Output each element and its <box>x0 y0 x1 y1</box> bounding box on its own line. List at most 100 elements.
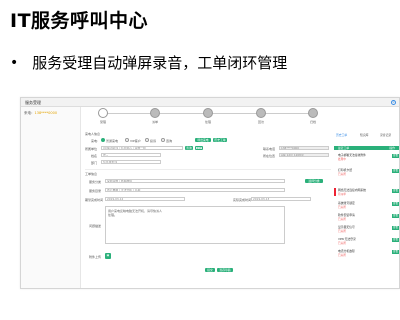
name-field[interactable]: 张三 <box>101 153 161 157</box>
org-field[interactable]: XX集团总部 / 信息中心 / 运维一组 <box>101 146 183 150</box>
list-item[interactable]: 系统账号锁定 已关闭 查看 <box>334 201 399 213</box>
step-1[interactable]: 受理 <box>93 108 113 124</box>
step-circle <box>150 108 160 118</box>
window-title: 服务受理 <box>25 100 41 105</box>
ticket-status: 处理中 <box>338 158 346 161</box>
radio-label: 咨询 <box>166 139 173 143</box>
tab-recordings[interactable]: 录音记录 <box>380 133 391 137</box>
history-ticket-button[interactable]: 历史工单 <box>213 138 227 142</box>
tab-knowledge[interactable]: 知识库 <box>360 133 368 137</box>
field-label: 姓名 <box>91 154 98 158</box>
view-button[interactable]: 查看 <box>392 226 399 230</box>
call-type-label: 来电: <box>91 139 99 143</box>
add-button[interactable]: 新增 <box>195 146 203 150</box>
field-label: 部门 <box>91 161 98 165</box>
field-label: 联系电话 <box>263 147 276 151</box>
app-screenshot: 服务受理 × 来电：138****0000 受理 派单 处理 回访 归档 来电人… <box>20 97 400 289</box>
recent-ticket-title: 最近工单 <box>338 146 350 150</box>
actual-date-field[interactable]: 2019-03-13 <box>251 197 311 201</box>
description-textarea[interactable]: 用户来电反映电脑无法开机，请尽快派人处理。 <box>105 206 285 244</box>
field-label: 期望完成时间 <box>85 198 104 202</box>
slide-title: IT服务呼叫中心 <box>10 10 149 32</box>
list-item[interactable]: 软件安装申请 已关闭 查看 <box>334 213 399 225</box>
description-text: 用户来电反映电脑无法开机，请尽快派人处理。 <box>108 209 163 217</box>
sidebar-item-caller[interactable]: 来电：138****0000 <box>21 107 80 120</box>
caller-number: 138****0000 <box>34 111 58 115</box>
sidebar: 来电：138****0000 <box>21 107 81 288</box>
process-stepper: 受理 派单 处理 回访 归档 <box>85 108 331 128</box>
step-label: 受理 <box>99 120 106 124</box>
ticket-status: 已关闭 <box>338 206 346 209</box>
list-item[interactable]: 电子邮箱无法接收附件 处理中 查看 <box>334 153 399 165</box>
bullet-text: 服务受理自动弹屏录音，工单闭环管理 <box>32 54 288 72</box>
bullet-marker: • <box>10 54 19 71</box>
radio-normal[interactable] <box>101 138 105 142</box>
step-label: 归档 <box>309 120 316 124</box>
step-2[interactable]: 派单 <box>145 108 165 124</box>
department-field[interactable]: 信息技术部 <box>101 160 161 164</box>
list-item[interactable]: 显示器无信号 已关闭 查看 <box>334 225 399 237</box>
list-item[interactable]: 打印机卡纸 已关闭 查看 <box>334 168 399 180</box>
service-catalog-field[interactable]: 办公电脑 / 无法开机 / 蓝屏 <box>105 188 285 192</box>
urgent-flag <box>334 188 336 196</box>
section-label-caller: 来电人信息 <box>85 132 101 136</box>
right-panel: 历史工单 知识库 录音记录 最近工单 操作 电子邮箱无法接收附件 处理中 查看 打印… <box>334 133 399 283</box>
list-item[interactable]: 网络无法连接内网系统 待派单 查看 <box>334 188 399 200</box>
recent-ticket-header: 最近工单 操作 <box>334 146 399 150</box>
select-category-button[interactable]: 选择分类 <box>305 179 323 183</box>
step-circle <box>98 108 108 118</box>
recent-ticket-op: 操作 <box>389 146 395 150</box>
tab-history[interactable]: 历史工单 <box>336 133 347 137</box>
step-5[interactable]: 归档 <box>303 108 323 124</box>
window-titlebar: 服务受理 × <box>21 98 399 107</box>
field-label: 实际完成时间 <box>233 198 252 202</box>
field-label: 所属单位 <box>85 147 98 151</box>
save-draft-button[interactable]: 暂存草稿 <box>217 268 233 272</box>
outbound-call-button[interactable]: 呼出来电 <box>195 138 211 142</box>
query-button[interactable]: 查询 <box>185 146 193 150</box>
step-label: 派单 <box>151 120 158 124</box>
view-button[interactable]: 查看 <box>392 250 399 254</box>
phone-field[interactable]: 138****0000 <box>279 146 329 150</box>
radio-label: 普通来电 <box>106 139 119 143</box>
field-label: 所在位置 <box>263 154 276 158</box>
view-button[interactable]: 查看 <box>392 202 399 206</box>
ticket-status: 已关闭 <box>338 254 346 257</box>
field-label: 附件上传 <box>89 255 102 259</box>
view-button[interactable]: 查看 <box>392 189 399 193</box>
view-button[interactable]: 查看 <box>392 169 399 173</box>
close-icon[interactable]: × <box>391 100 396 105</box>
step-circle <box>203 108 213 118</box>
sidebar-item-label: 来电： <box>24 111 35 115</box>
step-3[interactable]: 处理 <box>198 108 218 124</box>
view-button[interactable]: 查看 <box>392 154 399 158</box>
field-label: 服务目录 <box>89 189 102 193</box>
folder-icon[interactable]: ▣ <box>105 253 111 259</box>
section-label-ticket: 工单信息 <box>85 172 98 176</box>
step-label: 处理 <box>204 120 211 124</box>
radio-label: VIP客户 <box>130 139 141 143</box>
ticket-status: 已关闭 <box>338 218 346 221</box>
radio-vip[interactable] <box>125 138 129 142</box>
divider <box>85 169 331 170</box>
view-button[interactable]: 查看 <box>392 214 399 218</box>
radio-label: 投诉 <box>150 139 157 143</box>
ticket-status: 已关闭 <box>338 230 346 233</box>
radio-complaint[interactable] <box>145 138 149 142</box>
ticket-form: 来电人信息 来电: 普通来电 VIP客户 投诉 咨询 呼出来电 历史工单 所属单… <box>85 132 331 282</box>
service-category-field[interactable]: 桌面运维 / 终端故障 <box>105 179 285 183</box>
view-button[interactable]: 查看 <box>392 238 399 242</box>
radio-consult[interactable] <box>161 138 165 142</box>
expected-date-field[interactable]: 2019-03-12 <box>105 197 185 201</box>
step-circle <box>308 108 318 118</box>
list-item[interactable]: VPN 无法登录 已关闭 查看 <box>334 237 399 249</box>
list-item[interactable]: 电话分机故障 已关闭 查看 <box>334 249 399 261</box>
ticket-status: 已关闭 <box>338 242 346 245</box>
right-tabs: 历史工单 知识库 录音记录 <box>334 133 399 139</box>
location-field[interactable]: A座 12层 1208室 <box>279 153 329 157</box>
submit-button[interactable]: 提交 <box>205 268 215 272</box>
step-label: 回访 <box>257 120 264 124</box>
step-4[interactable]: 回访 <box>251 108 271 124</box>
ticket-status: 已关闭 <box>338 173 346 176</box>
ticket-status: 待派单 <box>338 193 346 196</box>
